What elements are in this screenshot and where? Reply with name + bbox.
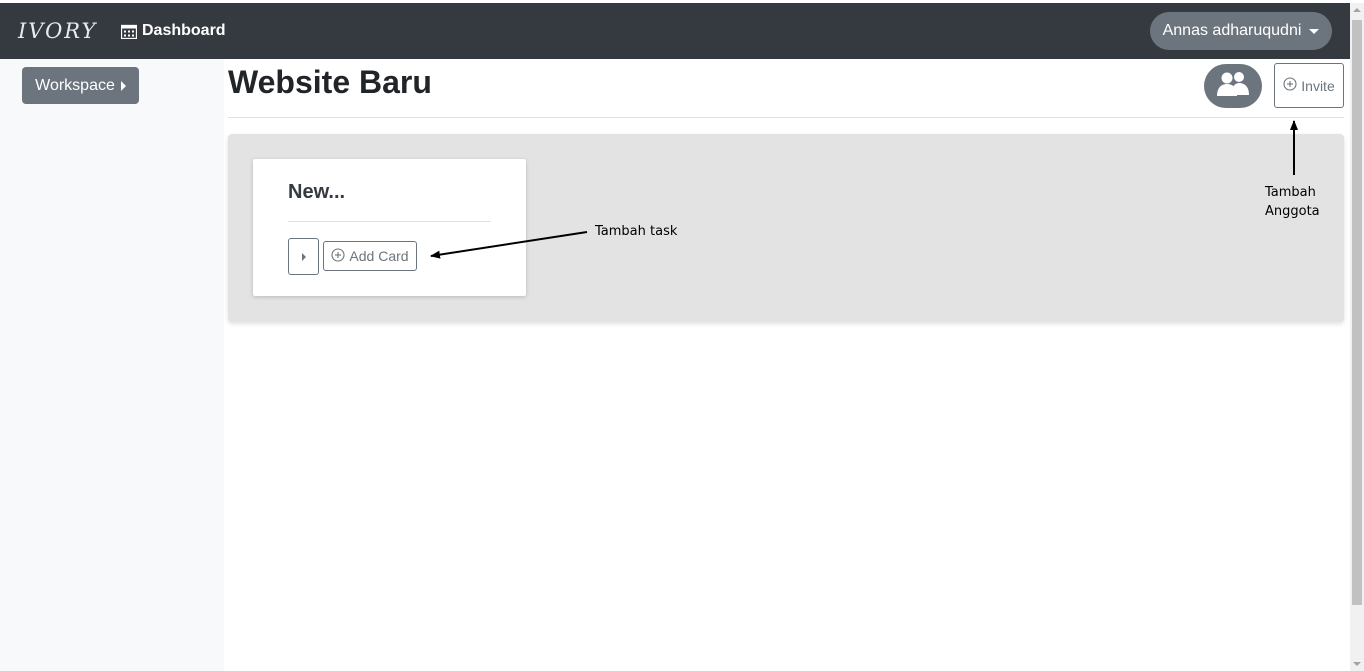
annotation-add-member-line2: Anggota [1265, 204, 1320, 219]
caret-right-icon [120, 80, 126, 91]
sidebar: Workspace [0, 59, 224, 671]
vertical-scrollbar[interactable] [1350, 3, 1364, 671]
calendar-icon [121, 24, 137, 39]
users-icon [1216, 71, 1250, 102]
nav-dashboard-link[interactable]: Dashboard [121, 22, 226, 40]
list-card: New... Add Card [253, 159, 526, 296]
invite-button[interactable]: Invite [1274, 63, 1344, 108]
scroll-up-arrow-icon[interactable] [1353, 8, 1361, 12]
members-button[interactable] [1204, 64, 1262, 108]
caret-right-icon [301, 252, 306, 261]
caret-down-icon [1309, 28, 1320, 34]
annotation-add-member-line1: Tambah [1265, 185, 1316, 200]
annotation-add-task: Tambah task [595, 224, 678, 239]
plus-circle-icon [1283, 77, 1297, 94]
scroll-down-arrow-icon[interactable] [1353, 662, 1361, 666]
title-divider [228, 117, 1344, 118]
list-title[interactable]: New... [288, 181, 345, 204]
invite-label: Invite [1301, 77, 1335, 94]
brand-logo[interactable]: IVORY [18, 19, 97, 43]
scrollbar-thumb[interactable] [1352, 20, 1362, 605]
page-title: Website Baru [228, 64, 432, 100]
workspace-label: Workspace [35, 76, 115, 94]
plus-circle-icon [331, 247, 345, 265]
list-toggle-button[interactable] [288, 238, 319, 275]
annotation-add-member: Tambah Anggota [1265, 183, 1335, 221]
user-name-label: Annas adharuqudni [1162, 22, 1302, 39]
workspace-button[interactable]: Workspace [22, 67, 139, 104]
navbar: IVORY Dashboard Annas adharuqudni [0, 3, 1350, 59]
user-dropdown-button[interactable]: Annas adharuqudni [1150, 12, 1332, 50]
list-divider [288, 221, 491, 222]
add-card-button[interactable]: Add Card [323, 241, 417, 271]
add-card-label: Add Card [349, 248, 409, 264]
nav-dashboard-label: Dashboard [142, 22, 226, 39]
